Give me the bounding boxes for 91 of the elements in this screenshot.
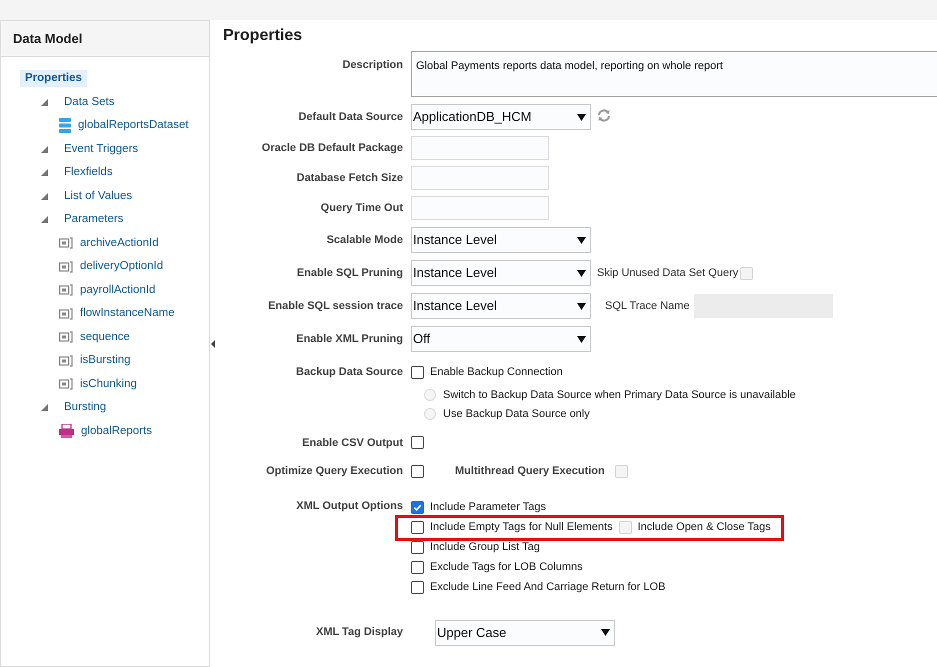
refresh-icon[interactable] (597, 108, 611, 122)
parameter-icon (59, 378, 73, 390)
field-label: XML Tag Display (316, 625, 403, 640)
checkbox-label: Include Empty Tags for Null Elements (430, 520, 613, 536)
dropdown-value: Upper Case (437, 624, 506, 642)
checkbox-label: Exclude Line Feed And Carriage Return for LOB (430, 580, 666, 596)
dropdown[interactable]: ApplicationDB_HCM (411, 104, 591, 130)
page-title: Properties (223, 26, 304, 46)
checkbox-label: Enable Backup Connection (430, 365, 563, 380)
tree-item[interactable]: globalReportsDataset (73, 117, 194, 134)
collapse-handle-icon[interactable] (210, 340, 214, 348)
caret-icon (577, 336, 586, 342)
tree-item[interactable]: isBursting (75, 352, 136, 370)
dropdown[interactable]: Instance Level (411, 227, 591, 253)
dropdown[interactable]: Instance Level (411, 293, 591, 319)
parameter-icon (59, 354, 73, 367)
field-label: Query Time Out (320, 200, 403, 216)
tree-item[interactable]: Event Triggers (59, 140, 144, 158)
checkbox[interactable] (411, 581, 424, 594)
field-label: Database Fetch Size (296, 170, 403, 186)
checkbox[interactable] (411, 521, 424, 534)
dropdown-value: Instance Level (413, 297, 497, 316)
input-field[interactable] (411, 166, 549, 190)
checkbox[interactable] (411, 464, 424, 478)
dropdown-value: Instance Level (413, 264, 497, 282)
caret-icon (577, 270, 586, 276)
tree-item[interactable]: flowInstanceName (75, 305, 180, 322)
field-label: Enable SQL session trace (268, 298, 403, 314)
parameter-icon (59, 237, 73, 250)
caret-icon (601, 629, 610, 636)
dropdown[interactable]: Upper Case (435, 620, 615, 646)
dropdown-value: Instance Level (413, 231, 497, 250)
dropdown[interactable]: Instance Level (411, 260, 591, 286)
checkbox-label: Include Group List Tag (430, 540, 540, 556)
tree-item[interactable]: Data Sets (59, 94, 120, 111)
parameter-icon (59, 331, 73, 344)
parameter-icon (59, 260, 73, 273)
field-label: Oracle DB Default Package (262, 140, 403, 156)
checkbox-label: Exclude Tags for LOB Columns (430, 560, 583, 576)
parameter-icon (59, 308, 73, 320)
checkbox[interactable] (411, 501, 424, 514)
tree-item[interactable]: payrollActionId (75, 282, 160, 299)
database-icon (59, 118, 71, 134)
input-field[interactable] (411, 136, 549, 160)
field-label: SQL Trace Name (605, 298, 690, 314)
tree-item[interactable]: archiveActionId (75, 234, 164, 252)
field-label: Enable XML Pruning (296, 332, 403, 347)
tree-item[interactable]: sequence (75, 328, 135, 346)
tree-item[interactable]: Parameters (59, 211, 128, 228)
caret-icon (577, 236, 586, 244)
checkbox[interactable] (411, 541, 424, 554)
description-field[interactable]: Global Payments reports data model, reporting on whole report (411, 51, 937, 97)
field-label: Multithread Query Execution (455, 464, 605, 479)
field-label: Enable SQL Pruning (296, 266, 403, 281)
parameter-icon (59, 284, 73, 296)
dropdown-value: ApplicationDB_HCM (413, 108, 532, 126)
checkbox[interactable] (411, 436, 424, 450)
field-label: Optimize Query Execution (266, 464, 403, 479)
radio-label: Use Backup Data Source only (443, 407, 590, 422)
field-label: Description (342, 58, 403, 73)
field-label: Enable CSV Output (302, 436, 403, 450)
dropdown[interactable]: Off (411, 326, 591, 352)
printer-icon (59, 424, 74, 438)
field-label: Default Data Source (298, 110, 403, 125)
checkbox-label: Skip Unused Data Set Query (597, 266, 738, 281)
expand-triangle-icon[interactable] (41, 192, 48, 200)
tree-item[interactable]: globalReports (76, 422, 157, 440)
caret-icon (577, 302, 586, 310)
tree-item[interactable]: isChunking (75, 376, 142, 393)
checkbox[interactable] (411, 366, 424, 379)
expand-triangle-icon[interactable] (41, 98, 48, 106)
field-label: Scalable Mode (326, 232, 403, 248)
dropdown-value: Off (413, 330, 430, 348)
checkbox-label: Include Open & Close Tags (638, 520, 771, 536)
expand-triangle-icon[interactable] (41, 146, 48, 153)
caret-icon (577, 114, 586, 120)
field-label: Backup Data Source (296, 365, 403, 380)
checkbox-label: Include Parameter Tags (430, 500, 546, 516)
tree-item[interactable]: Properties (20, 70, 87, 88)
expand-triangle-icon[interactable] (41, 216, 48, 224)
radio-label: Switch to Backup Data Source when Primary Data Source is unavailable (443, 388, 796, 402)
checkbox[interactable] (411, 561, 424, 574)
tree-item[interactable]: List of Values (59, 188, 138, 205)
panel-title: Data Model (13, 30, 82, 48)
field-label: XML Output Options (296, 498, 403, 514)
input-field[interactable] (411, 196, 549, 220)
expand-triangle-icon[interactable] (41, 404, 48, 412)
tree-item[interactable]: Bursting (59, 399, 112, 416)
tree-item[interactable]: Flexfields (59, 164, 118, 182)
expand-triangle-icon[interactable] (41, 169, 48, 176)
tree-item[interactable]: deliveryOptionId (75, 258, 168, 276)
